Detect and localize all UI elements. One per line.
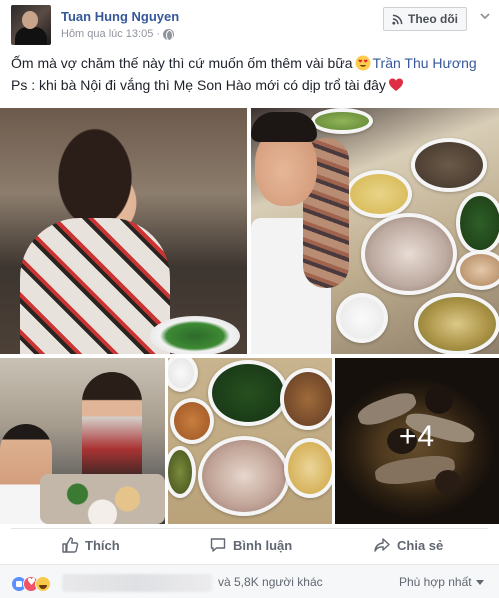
post-text-main: Ốm mà vợ chăm thế này thì cứ muốn ốm thê… [11,55,353,71]
caret-down-icon [475,580,484,585]
photo-1[interactable] [0,108,247,354]
like-label: Thích [85,537,120,553]
share-button[interactable]: Chia sẻ [373,534,443,556]
share-label: Chia sẻ [397,537,444,553]
author-avatar[interactable] [11,5,51,45]
like-button[interactable]: Thích [61,534,120,556]
photo-1-plate [150,316,240,354]
photo-4-bowl [198,436,290,516]
photo-4[interactable] [168,358,332,524]
photo-2[interactable] [251,108,499,354]
comment-icon [210,538,226,552]
photo-2-bowl [414,293,499,354]
more-photos-count: +4 [398,420,436,453]
photo-3-woman [82,372,142,482]
post-text: Ốm mà vợ chăm thế này thì cứ muốn ốm thê… [11,52,491,96]
author-name[interactable]: Tuan Hung Nguyen [61,9,179,24]
action-bar: Thích Bình luận Chia sẻ [0,528,499,560]
photo-grid: +4 [0,108,499,524]
comment-button[interactable]: Bình luận [209,534,292,556]
photo-4-bowl [208,360,288,426]
mention-link[interactable]: Trần Thu Hương [373,55,477,71]
share-icon [374,538,390,552]
globe-icon [163,28,175,41]
follow-button[interactable]: Theo dõi [383,7,467,31]
chevron-down-icon[interactable] [478,9,492,23]
comment-label: Bình luận [233,537,293,553]
follow-label: Theo dõi [408,12,458,26]
reaction-count[interactable]: và 5,8K người khác [218,575,323,589]
post-text-ps: Ps : khi bà Nội đi vắng thì Mẹ Son Hào m… [11,77,386,93]
photo-3[interactable] [0,358,165,524]
photo-2-bowl [456,192,499,254]
photo-1-dress [20,218,170,354]
comment-sort-dropdown[interactable]: Phù hợp nhất [399,575,484,589]
photo-4-bowl [168,358,198,392]
photo-4-bowl [170,398,214,444]
haha-reaction-icon [35,576,51,592]
post-timestamp[interactable]: Hôm qua lúc 13:05 · [61,28,160,40]
photo-2-bowl [361,213,457,295]
photo-2-bowl [311,108,373,134]
photo-4-bowl [168,446,196,498]
post-text-line-2: Ps : khi bà Nội đi vắng thì Mẹ Son Hào m… [11,74,491,96]
red-heart-emoji-icon [388,77,404,93]
sort-label: Phù hợp nhất [399,575,472,589]
thumbs-up-icon [62,537,79,553]
photo-5-more[interactable]: +4 [335,358,499,524]
action-bar-divider [11,528,488,529]
blurred-reactor-names [62,574,212,592]
photo-2-bowl [336,293,388,343]
photo-4-bowl [280,368,332,430]
reactions-footer: và 5,8K người khác Phù hợp nhất [0,564,499,598]
post-text-line-1: Ốm mà vợ chăm thế này thì cứ muốn ốm thê… [11,52,491,74]
photo-2-bowl [346,170,412,218]
reaction-icons[interactable] [11,576,51,592]
photo-2-bowl [411,138,487,192]
photo-4-bowl [284,438,332,498]
photo-2-bowl [456,250,499,290]
photo-3-tray [40,474,165,524]
photo-2-hair [251,112,317,142]
post-meta: Hôm qua lúc 13:05 · [61,28,175,41]
post-header: Tuan Hung Nguyen Hôm qua lúc 13:05 · The… [0,0,499,45]
heart-eyes-emoji-icon [355,55,371,71]
rss-icon [392,14,403,25]
